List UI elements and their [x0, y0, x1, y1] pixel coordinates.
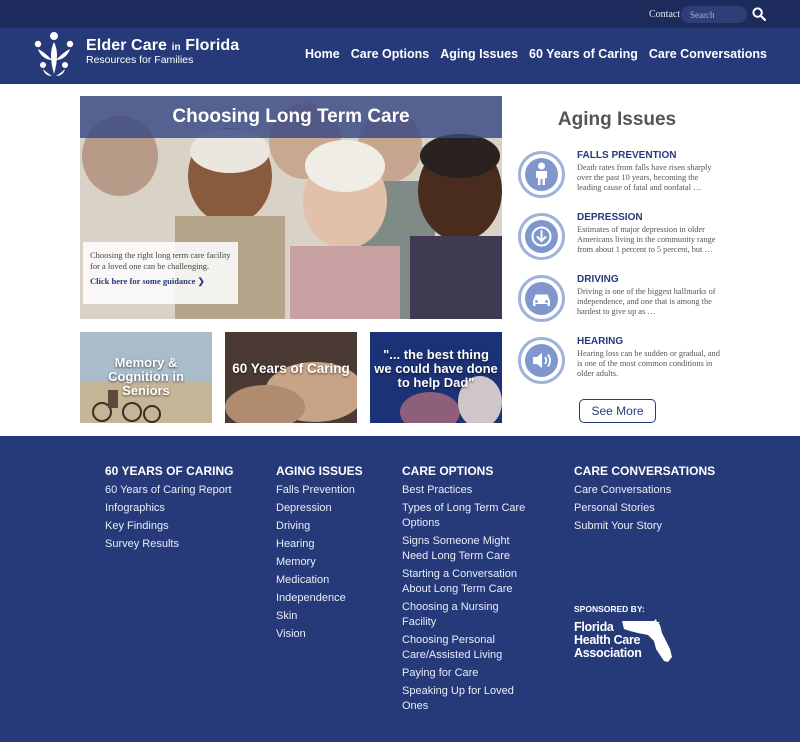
down-arrow-icon: [531, 226, 552, 247]
issue-icon-ring: [518, 213, 565, 260]
nav-care-conversations[interactable]: Care Conversations: [649, 47, 767, 61]
footer-link[interactable]: 60 Years of Caring Report: [105, 483, 233, 498]
tile-memory-label: Memory & Cognition in Seniors: [108, 355, 184, 398]
speaker-icon: [533, 353, 551, 368]
issue-summary: Driving is one of the biggest hallmarks …: [577, 287, 716, 316]
footer-link[interactable]: Key Findings: [105, 519, 233, 534]
site-header: Elder Care in Florida Resources for Fami…: [0, 28, 800, 84]
footer-link[interactable]: Speaking Up for Loved Ones: [402, 684, 530, 714]
footer-column-care-options: CARE OPTIONS Best Practices Types of Lon…: [402, 464, 530, 717]
footer-link[interactable]: Driving: [276, 519, 363, 534]
search-icon[interactable]: [752, 7, 766, 21]
hero-title: Choosing Long Term Care: [172, 106, 410, 127]
search-input[interactable]: [681, 6, 747, 23]
issue-summary: Death rates from falls have risen sharpl…: [577, 163, 712, 192]
main-nav: Home Care Options Aging Issues 60 Years …: [305, 47, 767, 61]
sponsor-logo[interactable]: Florida Health Care Association: [574, 619, 674, 664]
issue-depression[interactable]: DEPRESSION Estimates of major depression…: [518, 212, 778, 265]
footer-link[interactable]: Types of Long Term Care Options: [402, 501, 530, 531]
footer-link[interactable]: Vision: [276, 627, 363, 642]
footer-link[interactable]: Signs Someone Might Need Long Term Care: [402, 534, 530, 564]
site-title-end: Florida: [180, 37, 240, 54]
site-title[interactable]: Elder Care in Florida: [86, 37, 239, 55]
footer-link[interactable]: Depression: [276, 501, 363, 516]
tile-best-thing-quote[interactable]: "... the best thing we could have done t…: [370, 332, 502, 423]
sponsor-label: SPONSORED BY:: [574, 604, 645, 614]
site-subtitle: Resources for Families: [86, 54, 194, 66]
issue-icon-ring: [518, 337, 565, 384]
site-footer: 60 YEARS OF CARING 60 Years of Caring Re…: [0, 436, 800, 742]
nav-aging-issues[interactable]: Aging Issues: [440, 47, 518, 61]
tile-60-years-label: 60 Years of Caring: [232, 361, 350, 376]
aging-issues-title: Aging Issues: [557, 109, 677, 130]
nav-60-years[interactable]: 60 Years of Caring: [529, 47, 638, 61]
footer-link[interactable]: Personal Stories: [574, 501, 715, 516]
contact-link[interactable]: Contact: [649, 9, 680, 20]
footer-heading: CARE OPTIONS: [402, 464, 494, 478]
issue-hearing[interactable]: HEARING Hearing loss can be sudden or gr…: [518, 336, 778, 389]
footer-link[interactable]: Best Practices: [402, 483, 530, 498]
hero-guidance-link[interactable]: Click here for some guidance ❯: [90, 276, 231, 287]
footer-column-aging-issues: AGING ISSUES Falls Prevention Depression…: [276, 464, 363, 645]
issue-heading[interactable]: DEPRESSION: [577, 212, 643, 223]
footer-link[interactable]: Starting a Conversation About Long Term …: [402, 567, 530, 597]
footer-link[interactable]: Independence: [276, 591, 363, 606]
nav-care-options[interactable]: Care Options: [351, 47, 430, 61]
utility-bar: Contact: [0, 0, 800, 28]
nav-home[interactable]: Home: [305, 47, 340, 61]
hero-caption-text: Choosing the right long term care facili…: [90, 250, 231, 271]
issue-heading[interactable]: HEARING: [577, 336, 623, 347]
hero-banner[interactable]: Choosing Long Term Care Choosing the rig…: [80, 96, 502, 319]
footer-link[interactable]: Hearing: [276, 537, 363, 552]
footer-heading: CARE CONVERSATIONS: [574, 464, 716, 478]
footer-column-care-conversations: CARE CONVERSATIONS Care Conversations Pe…: [574, 464, 715, 537]
footer-link[interactable]: Survey Results: [105, 537, 233, 552]
issue-summary: Estimates of major depression in older A…: [577, 225, 716, 254]
hero-caption-box: Choosing the right long term care facili…: [83, 242, 238, 304]
footer-column-60-years: 60 YEARS OF CARING 60 Years of Caring Re…: [105, 464, 233, 555]
footer-link[interactable]: Skin: [276, 609, 363, 624]
issue-summary: Hearing loss can be sudden or gradual, a…: [577, 349, 720, 378]
issue-icon-ring: [518, 275, 565, 322]
footer-link[interactable]: Medication: [276, 573, 363, 588]
see-more-button[interactable]: See More: [579, 399, 656, 423]
logo-family-icon[interactable]: [30, 30, 78, 78]
issue-heading[interactable]: DRIVING: [577, 274, 619, 285]
footer-heading: AGING ISSUES: [276, 464, 363, 478]
issue-driving[interactable]: DRIVING Driving is one of the biggest ha…: [518, 274, 778, 327]
footer-link[interactable]: Infographics: [105, 501, 233, 516]
tile-memory-cognition[interactable]: Memory & Cognition in Seniors: [80, 332, 212, 423]
issue-icon-ring: [518, 151, 565, 198]
footer-heading: 60 YEARS OF CARING: [105, 464, 234, 478]
footer-link[interactable]: Care Conversations: [574, 483, 715, 498]
footer-link[interactable]: Choosing Personal Care/Assisted Living: [402, 633, 530, 663]
footer-link[interactable]: Falls Prevention: [276, 483, 363, 498]
footer-link[interactable]: Choosing a Nursing Facility: [402, 600, 530, 630]
tile-quote-label: "... the best thing we could have done t…: [374, 347, 498, 390]
sponsor-name: Florida Health Care Association: [574, 620, 642, 660]
site-title-main: Elder Care: [86, 37, 172, 54]
site-title-in: in: [171, 42, 181, 53]
footer-link[interactable]: Memory: [276, 555, 363, 570]
tile-60-years[interactable]: 60 Years of Caring: [225, 332, 357, 423]
footer-link[interactable]: Paying for Care: [402, 666, 530, 681]
footer-link[interactable]: Submit Your Story: [574, 519, 715, 534]
issue-heading[interactable]: FALLS PREVENTION: [577, 150, 676, 161]
tile-holding-hands-image: [225, 332, 357, 423]
person-icon: [536, 162, 547, 185]
car-icon: [533, 294, 550, 306]
issue-falls-prevention[interactable]: FALLS PREVENTION Death rates from falls …: [518, 150, 778, 203]
